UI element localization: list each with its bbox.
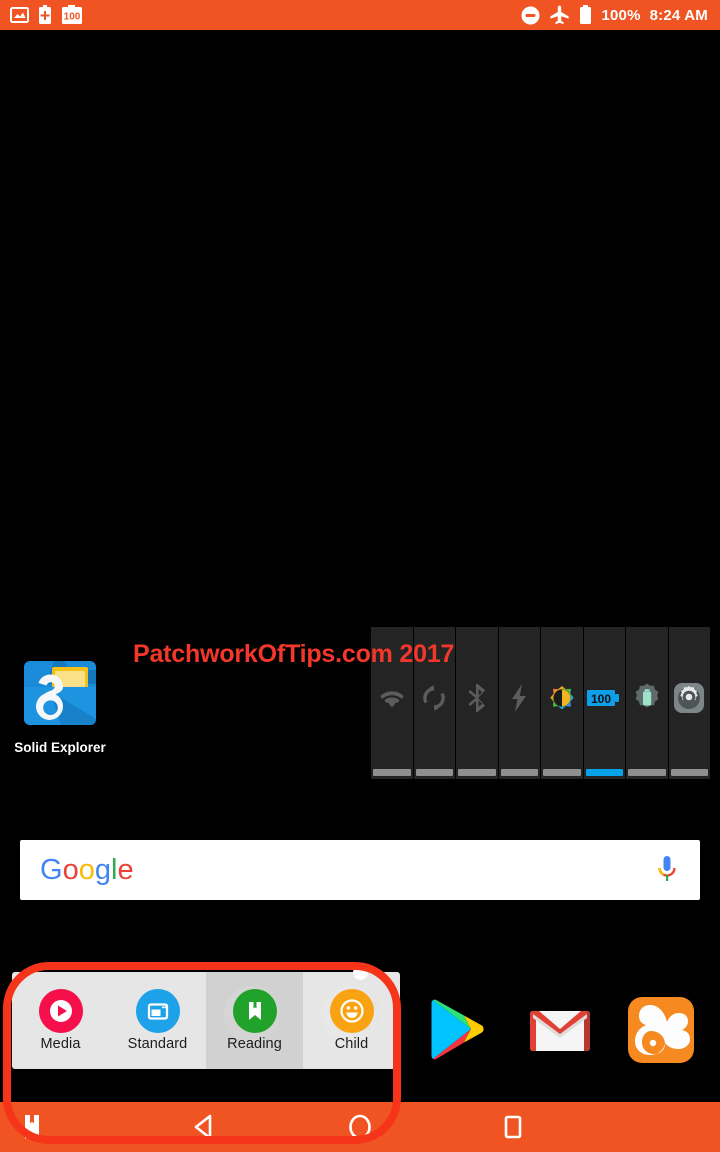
recents-square-icon (504, 1115, 522, 1139)
nav-back-button[interactable] (174, 1102, 234, 1152)
status-bar-clock: 8:24 AM (649, 6, 708, 24)
settings-toggle-indicator (670, 769, 708, 776)
nav-reading-mode-button[interactable] (2, 1102, 62, 1152)
mode-media-tile[interactable]: Media (12, 972, 109, 1069)
settings-toggle[interactable] (668, 627, 711, 779)
solid-explorer-label: Solid Explorer (14, 740, 106, 755)
battery-settings-toggle[interactable] (626, 627, 669, 779)
mode-media-label: Media (40, 1036, 81, 1052)
battery-settings-gear-icon (626, 627, 668, 769)
bluetooth-icon (456, 627, 498, 769)
google-search-bar[interactable]: Google (20, 840, 700, 900)
flash-icon (499, 627, 541, 769)
mode-standard-label: Standard (127, 1036, 188, 1052)
mode-switcher-popup[interactable]: Media Standard Reading Child (12, 972, 400, 1069)
app-icon-play-store[interactable] (425, 995, 495, 1065)
screenshot-icon (10, 7, 29, 23)
battery-percent-icon: 100 (584, 627, 626, 769)
brightness-icon (541, 627, 583, 769)
bookmark-icon (25, 1115, 39, 1139)
google-logo: Google (40, 854, 134, 886)
bluetooth-toggle-indicator (458, 769, 496, 776)
back-triangle-icon (194, 1114, 212, 1140)
nav-home-button[interactable] (330, 1102, 390, 1152)
battery-percent-text: 100% (601, 6, 641, 24)
status-bar-left-icons: 100 (0, 5, 83, 25)
mode-standard-icon (135, 989, 180, 1033)
mode-child-label: Child (334, 1036, 369, 1052)
home-circle-icon (349, 1114, 371, 1140)
svg-text:100: 100 (64, 12, 81, 23)
mode-child-icon (329, 989, 374, 1033)
app-icon-gmail[interactable] (525, 995, 595, 1065)
status-bar: 100 100% 8:24 AM (0, 0, 720, 30)
solid-explorer-icon (20, 653, 100, 733)
brightness-toggle-indicator (543, 769, 581, 776)
airplane-mode-icon (550, 5, 570, 25)
battery-percent-toggle-indicator (585, 769, 623, 776)
flash-toggle-indicator (500, 769, 538, 776)
app-icon-solid-explorer[interactable]: Solid Explorer (14, 653, 106, 755)
settings-gear-icon (669, 627, 711, 769)
status-bar-right-icons: 100% 8:24 AM (521, 5, 720, 25)
svg-text:100: 100 (591, 692, 611, 706)
mode-child-tile[interactable]: Child (303, 972, 400, 1069)
battery-icon (580, 5, 592, 24)
battery-plus-icon (39, 5, 51, 24)
battery-settings-toggle-indicator (628, 769, 666, 776)
do-not-disturb-icon (521, 6, 540, 24)
popup-anchor-dot (353, 965, 368, 980)
svg-text:Google: Google (40, 854, 134, 886)
watermark-text: PatchworkOfTips.com 2017 (133, 640, 455, 668)
sync-toggle-indicator (415, 769, 453, 776)
app-icon-uc-browser[interactable] (626, 995, 696, 1065)
brightness-toggle[interactable] (541, 627, 584, 779)
nav-recents-button[interactable] (483, 1102, 543, 1152)
mode-standard-tile[interactable]: Standard (109, 972, 206, 1069)
wifi-toggle-indicator (373, 769, 411, 776)
battery-100-badge-icon: 100 (62, 5, 82, 24)
mode-reading-tile[interactable]: Reading (206, 972, 303, 1069)
bluetooth-toggle[interactable] (456, 627, 499, 779)
mode-reading-label: Reading (227, 1036, 282, 1052)
mode-media-icon (38, 989, 83, 1033)
battery-percent-toggle[interactable]: 100 (583, 627, 626, 779)
flash-toggle[interactable] (498, 627, 541, 779)
navigation-bar (0, 1102, 720, 1152)
android-home-screen: 100 100% 8:24 AM 100 PatchworkOfTips.com… (0, 0, 720, 1152)
voice-search-icon[interactable] (656, 854, 678, 886)
mode-reading-icon (232, 989, 277, 1033)
